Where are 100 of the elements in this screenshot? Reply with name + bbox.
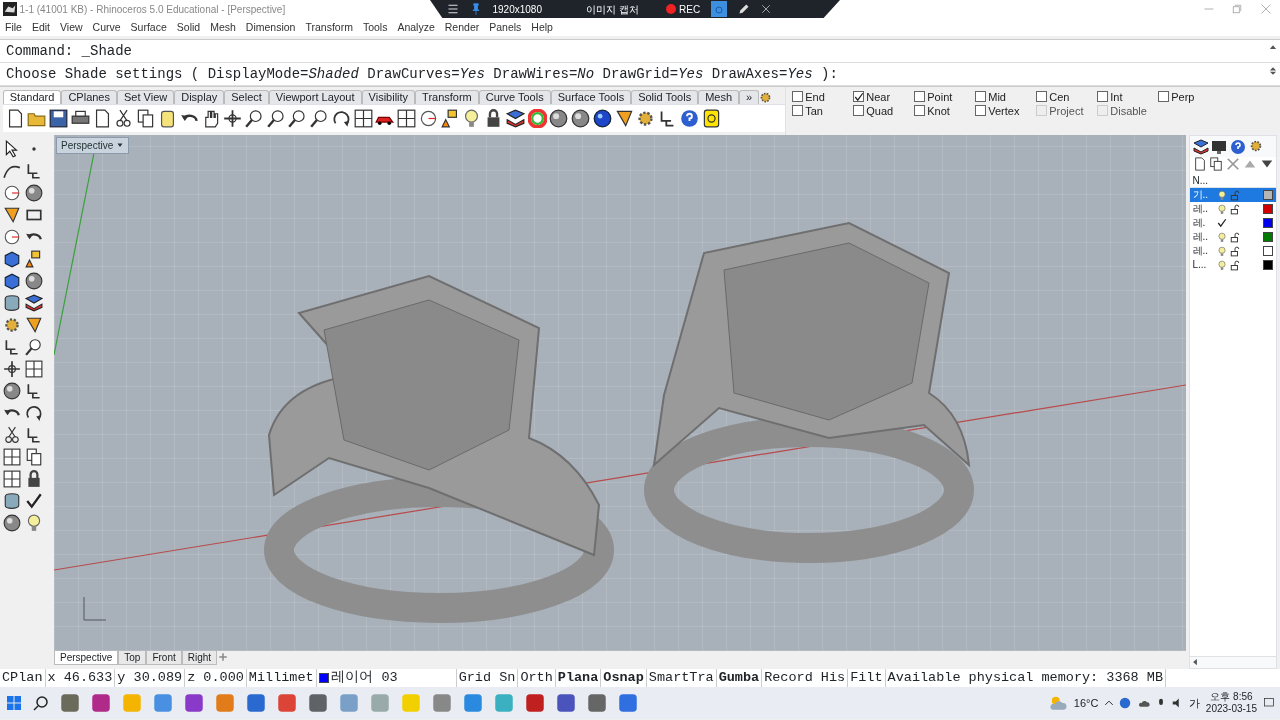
grid-icon[interactable] bbox=[2, 448, 21, 467]
toolbar-tab[interactable]: Set View bbox=[117, 89, 175, 104]
app-icon[interactable] bbox=[307, 692, 328, 713]
shapes-icon[interactable] bbox=[24, 250, 43, 269]
status-toggle[interactable]: Orth bbox=[518, 668, 556, 687]
sphere-icon[interactable] bbox=[24, 184, 43, 203]
unlock-icon[interactable] bbox=[1230, 245, 1240, 257]
app-icon[interactable] bbox=[214, 692, 235, 713]
command-prompt[interactable]: Choose Shade settings ( DisplayMode=Shaded DrawCurves=Yes DrawWires=No DrawGrid=Yes DrawAxes=Yes ): bbox=[0, 62, 1280, 86]
color-wheel-icon[interactable] bbox=[527, 108, 547, 128]
cone-icon[interactable] bbox=[2, 206, 21, 225]
scissors-icon[interactable] bbox=[114, 108, 134, 128]
zoom-icon[interactable] bbox=[310, 108, 329, 128]
layer-row[interactable]: 레.. bbox=[1189, 244, 1276, 258]
shapes-icon[interactable] bbox=[440, 108, 460, 128]
circle-icon[interactable] bbox=[418, 108, 438, 128]
viewport-grid[interactable]: Perspective bbox=[54, 134, 1186, 651]
layer-row[interactable]: L... bbox=[1189, 258, 1276, 272]
app-icon[interactable] bbox=[524, 692, 545, 713]
light-bulb-icon[interactable] bbox=[1217, 189, 1228, 201]
close-icon[interactable] bbox=[761, 4, 772, 14]
help-icon[interactable] bbox=[1230, 138, 1246, 155]
layer-color-swatch[interactable] bbox=[1263, 246, 1273, 256]
toolbar-tab[interactable]: Curve Tools bbox=[478, 89, 551, 104]
rotate-icon[interactable] bbox=[331, 108, 351, 128]
menu-item[interactable]: Help bbox=[526, 18, 558, 36]
scissors-icon[interactable] bbox=[2, 426, 21, 445]
badge-icon[interactable] bbox=[701, 108, 721, 128]
cylinder-icon[interactable] bbox=[2, 492, 21, 511]
osnap-checkbox[interactable]: Tan bbox=[791, 103, 853, 118]
move-icon[interactable] bbox=[223, 108, 242, 128]
circle-icon[interactable] bbox=[2, 184, 21, 203]
menu-item[interactable]: Dimension bbox=[240, 18, 301, 36]
menu-item[interactable]: Transform bbox=[300, 18, 358, 36]
help-icon[interactable] bbox=[679, 108, 699, 128]
cylinder-icon[interactable] bbox=[2, 294, 21, 313]
sphere-icon[interactable] bbox=[592, 108, 612, 128]
toolbar-tab[interactable]: Visibility bbox=[361, 89, 416, 104]
toolbar-tab[interactable]: Mesh bbox=[698, 89, 740, 104]
gear-icon[interactable] bbox=[2, 316, 21, 335]
box-icon[interactable] bbox=[2, 272, 21, 291]
copy-icon[interactable] bbox=[1209, 157, 1224, 172]
osnap-checkbox[interactable]: Vertex bbox=[974, 103, 1036, 118]
app-icon[interactable] bbox=[617, 692, 638, 713]
osnap-checkbox[interactable]: Cen bbox=[1035, 89, 1097, 104]
toolbar-tab[interactable]: Surface Tools bbox=[550, 89, 632, 104]
layer-color-swatch[interactable] bbox=[1263, 190, 1273, 200]
unlock-icon[interactable] bbox=[1230, 231, 1240, 243]
menu-item[interactable]: Mesh bbox=[205, 18, 241, 36]
pin-icon[interactable] bbox=[469, 3, 482, 15]
menu-item[interactable]: Tools bbox=[357, 18, 393, 36]
menu-item[interactable]: Analyze bbox=[392, 18, 440, 36]
grid-icon[interactable] bbox=[353, 108, 373, 128]
status-toggle[interactable]: Gumba bbox=[716, 668, 763, 687]
gear-icon[interactable] bbox=[1248, 138, 1263, 153]
status-toggle[interactable]: Osnap bbox=[601, 668, 647, 687]
menu-item[interactable]: File bbox=[0, 18, 27, 36]
record-button[interactable]: REC bbox=[666, 1, 701, 17]
menu-item[interactable]: Curve bbox=[87, 18, 126, 36]
layers-icon[interactable] bbox=[505, 108, 525, 128]
app-icon[interactable] bbox=[90, 692, 111, 713]
zoom-icon[interactable] bbox=[24, 338, 43, 357]
app-icon[interactable] bbox=[555, 692, 576, 713]
move-icon[interactable] bbox=[2, 360, 21, 379]
layer-row[interactable]: 레.. bbox=[1189, 230, 1276, 244]
status-toggle[interactable]: Record His bbox=[762, 668, 849, 687]
osnap-checkbox[interactable]: Knot bbox=[913, 103, 975, 118]
zoom-icon[interactable] bbox=[266, 108, 286, 128]
osnap-checkbox[interactable]: Perp bbox=[1157, 89, 1219, 104]
osnap-checkbox[interactable]: End bbox=[791, 89, 853, 104]
osnap-checkbox[interactable]: Int bbox=[1096, 89, 1158, 104]
osnap-checkbox[interactable]: Quad bbox=[852, 103, 914, 118]
toolbar-tab[interactable]: Display bbox=[174, 89, 225, 104]
windows-start-icon[interactable] bbox=[5, 694, 22, 711]
sphere-icon[interactable] bbox=[2, 514, 21, 533]
app-icon[interactable] bbox=[183, 692, 204, 713]
search-icon[interactable] bbox=[32, 694, 49, 711]
layer-row[interactable]: 레. bbox=[1189, 216, 1276, 230]
status-toggle[interactable]: Plana bbox=[555, 668, 602, 687]
layers-icon[interactable] bbox=[24, 294, 43, 313]
cone-icon[interactable] bbox=[614, 108, 634, 128]
pencil-icon[interactable] bbox=[738, 3, 751, 15]
layers-icon[interactable] bbox=[1192, 138, 1209, 155]
sphere-icon[interactable] bbox=[549, 108, 569, 128]
circle-icon[interactable] bbox=[2, 228, 21, 247]
cone-icon[interactable] bbox=[24, 316, 43, 335]
bluetooth-icon[interactable] bbox=[1119, 696, 1132, 709]
input-method-indicator[interactable]: 가 bbox=[1189, 694, 1201, 711]
app-icon[interactable] bbox=[152, 692, 173, 713]
toolbar-tab[interactable]: Viewport Layout bbox=[268, 89, 362, 104]
toolbar-tab[interactable]: CPlanes bbox=[61, 89, 117, 104]
unlock-icon[interactable] bbox=[1230, 259, 1240, 271]
status-toggle[interactable]: Grid Sn bbox=[456, 668, 519, 687]
sphere-icon[interactable] bbox=[571, 108, 590, 128]
gear-icon[interactable] bbox=[759, 90, 773, 104]
sphere-icon[interactable] bbox=[2, 382, 21, 401]
layer-color-swatch[interactable] bbox=[1263, 232, 1273, 242]
menu-item[interactable]: Edit bbox=[26, 18, 55, 36]
app-icon[interactable] bbox=[586, 692, 607, 713]
layer-row[interactable]: 기.. bbox=[1189, 188, 1276, 202]
